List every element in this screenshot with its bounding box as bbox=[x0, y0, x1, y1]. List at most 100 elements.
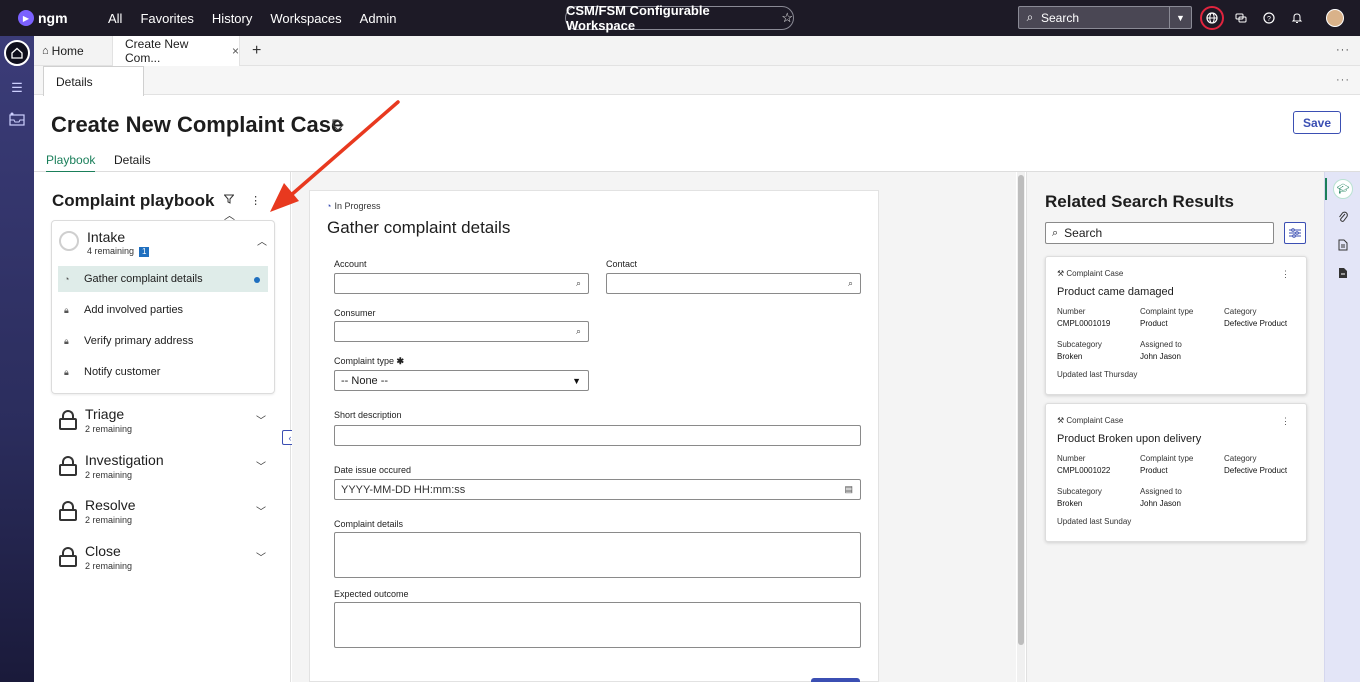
scrollbar-thumb[interactable] bbox=[1018, 175, 1024, 645]
file-icon[interactable] bbox=[1335, 265, 1351, 281]
knowledge-icon[interactable]: 🎓︎ bbox=[1333, 179, 1353, 199]
global-search[interactable]: ⌕ Search ▼ bbox=[1018, 6, 1192, 29]
chevron-down-icon[interactable]: ﹀ bbox=[256, 549, 266, 564]
step-label: Gather complaint details bbox=[84, 273, 203, 285]
assigned-value: John Jason bbox=[1140, 499, 1181, 508]
stage-name: Resolve bbox=[85, 497, 136, 513]
menu-admin[interactable]: Admin bbox=[360, 11, 397, 26]
calendar-icon[interactable]: ▤ bbox=[844, 484, 853, 495]
list-icon[interactable]: ☰ bbox=[9, 80, 25, 95]
subcategory-label: Subcategory bbox=[1057, 340, 1102, 349]
playbook-panel: Complaint playbook ⋮ ︿ Intake 4 remainin… bbox=[34, 172, 291, 682]
chat-icon[interactable] bbox=[1231, 8, 1251, 28]
tab-details[interactable]: Details bbox=[114, 153, 151, 167]
complaint-details-textarea[interactable] bbox=[334, 532, 861, 578]
avatar[interactable] bbox=[1326, 9, 1344, 27]
complaint-type-select[interactable]: -- None -- ▼ bbox=[334, 370, 589, 391]
stage-intake: Intake 4 remaining 1 ︿ ◔ Gather complaint… bbox=[51, 220, 275, 394]
more-vertical-icon[interactable]: ⋮ bbox=[1281, 269, 1290, 280]
related-card[interactable]: ⚒︎ Complaint Case ⋮ Product Broken upon … bbox=[1045, 403, 1307, 542]
expected-outcome-textarea[interactable] bbox=[334, 602, 861, 648]
stage-remaining-text: 4 remaining bbox=[87, 246, 135, 256]
consumer-field[interactable]: ⌕ bbox=[334, 321, 589, 342]
search-icon[interactable]: ⌕ bbox=[576, 326, 581, 337]
stage-triage[interactable]: Triage 2 remaining ﹀ bbox=[59, 406, 274, 440]
complaint-type-label-text: Complaint type bbox=[334, 356, 395, 366]
stage-remaining: 2 remaining bbox=[85, 470, 133, 480]
contact-field[interactable]: ⌕ bbox=[606, 273, 861, 294]
date-issue-field[interactable]: YYYY-MM-DD HH:mm:ss ▤ bbox=[334, 479, 861, 500]
tag-icon[interactable] bbox=[332, 119, 344, 134]
chevron-down-icon[interactable]: ﹀ bbox=[256, 458, 266, 473]
document-icon[interactable] bbox=[1335, 237, 1351, 253]
favorite-star-icon[interactable]: ☆ bbox=[781, 10, 793, 26]
card-kind-text: Complaint Case bbox=[1066, 416, 1124, 425]
search-icon[interactable]: ⌕ bbox=[848, 278, 853, 289]
menu-workspaces[interactable]: Workspaces bbox=[270, 11, 341, 26]
bell-icon[interactable] bbox=[1287, 8, 1307, 28]
lock-icon bbox=[59, 547, 77, 567]
type-value: Product bbox=[1140, 466, 1168, 475]
logo-text: ngm bbox=[38, 10, 68, 26]
page-title: Create New Complaint Case bbox=[51, 112, 344, 137]
status-indicator: ◔ In Progress bbox=[326, 201, 380, 211]
in-progress-icon: ◔ bbox=[64, 274, 70, 284]
menu-all[interactable]: All bbox=[108, 11, 122, 26]
number-value: CMPL0001019 bbox=[1057, 319, 1111, 328]
search-icon: ⌕ bbox=[1026, 10, 1034, 24]
step-verify-primary-address[interactable]: 🔒︎ Verify primary address bbox=[58, 328, 268, 354]
stage-investigation[interactable]: Investigation 2 remaining ﹀ bbox=[59, 452, 274, 486]
chevron-down-icon[interactable]: ﹀ bbox=[256, 412, 266, 427]
help-icon[interactable]: ? bbox=[1259, 8, 1279, 28]
step-label: Notify customer bbox=[84, 366, 161, 378]
home-tab-icon: ⌂ bbox=[42, 44, 49, 57]
filter-icon[interactable] bbox=[223, 194, 237, 207]
tab-home[interactable]: ⌂ Home bbox=[42, 44, 112, 58]
playbook-toolbar: ⋮ ︿ bbox=[223, 194, 290, 223]
tab-playbook[interactable]: Playbook bbox=[46, 153, 96, 173]
assigned-value: John Jason bbox=[1140, 352, 1181, 361]
svg-text:?: ? bbox=[1267, 16, 1271, 23]
form-submit-button[interactable] bbox=[811, 678, 860, 682]
tab-create-new-complaint[interactable]: Create New Com... × bbox=[112, 35, 240, 66]
close-tab-icon[interactable]: × bbox=[232, 44, 239, 58]
global-search-input[interactable]: Search bbox=[1041, 11, 1169, 25]
related-search-input[interactable]: ⌕ Search bbox=[1045, 222, 1274, 244]
inbox-icon[interactable] bbox=[9, 112, 25, 126]
lock-icon bbox=[59, 456, 77, 476]
step-add-involved-parties[interactable]: 🔒︎ Add involved parties bbox=[58, 297, 268, 323]
account-field[interactable]: ⌕ bbox=[334, 273, 589, 294]
stage-badge: 1 bbox=[139, 247, 150, 257]
more-vertical-icon[interactable]: ⋮ bbox=[250, 195, 261, 207]
tabs-more-icon[interactable]: ··· bbox=[1336, 44, 1350, 56]
category-value: Defective Product bbox=[1224, 319, 1288, 328]
related-card[interactable]: ⚒︎ Complaint Case ⋮ Product came damaged… bbox=[1045, 256, 1307, 395]
subtabs-more-icon[interactable]: ··· bbox=[1336, 74, 1350, 86]
workspace-pill[interactable]: CSM/FSM Configurable Workspace ☆ bbox=[565, 3, 794, 33]
stage-close[interactable]: Close 2 remaining ﹀ bbox=[59, 543, 274, 577]
step-notify-customer[interactable]: 🔒︎ Notify customer bbox=[58, 359, 268, 385]
menu-history[interactable]: History bbox=[212, 11, 252, 26]
stage-resolve[interactable]: Resolve 2 remaining ﹀ bbox=[59, 497, 274, 531]
chevron-up-icon[interactable]: ︿ bbox=[257, 233, 267, 248]
short-description-field[interactable] bbox=[334, 425, 861, 446]
save-button[interactable]: Save bbox=[1293, 111, 1341, 134]
scrollbar[interactable] bbox=[1017, 172, 1025, 682]
logo-icon: ▶ bbox=[18, 10, 34, 26]
home-icon[interactable] bbox=[4, 40, 30, 66]
search-icon[interactable]: ⌕ bbox=[576, 278, 581, 289]
globe-icon[interactable] bbox=[1200, 6, 1224, 30]
new-tab-button[interactable]: + bbox=[252, 42, 261, 60]
search-scope-dropdown[interactable]: ▼ bbox=[1169, 7, 1191, 28]
more-vertical-icon[interactable]: ⋮ bbox=[1281, 416, 1290, 427]
logo[interactable]: ▶ ngm bbox=[18, 10, 82, 26]
type-label: Complaint type bbox=[1140, 307, 1194, 316]
attachment-icon[interactable] bbox=[1335, 209, 1351, 225]
lock-icon bbox=[59, 410, 77, 430]
filter-settings-icon[interactable] bbox=[1284, 222, 1306, 244]
menu-favorites[interactable]: Favorites bbox=[140, 11, 193, 26]
chevron-down-icon[interactable]: ﹀ bbox=[256, 503, 266, 518]
stage-remaining: 2 remaining bbox=[85, 515, 133, 525]
subtab-details[interactable]: Details bbox=[43, 66, 144, 96]
step-gather-complaint-details[interactable]: ◔ Gather complaint details bbox=[58, 266, 268, 292]
